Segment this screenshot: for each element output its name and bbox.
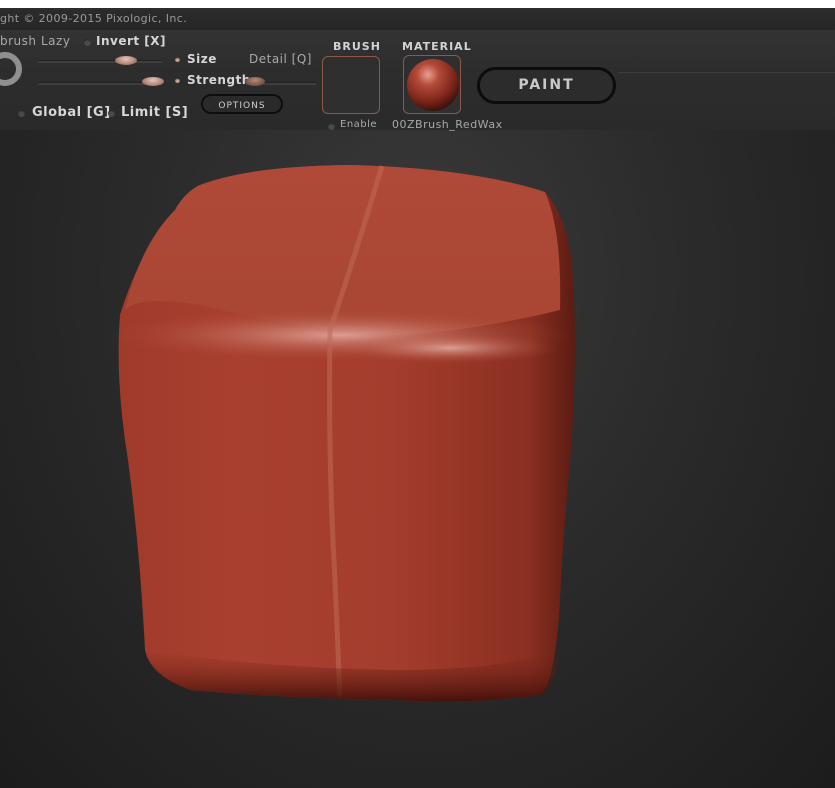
strength-label[interactable]: Strength [187,73,251,87]
detail-slider-knob[interactable] [245,77,265,86]
invert-label[interactable]: Invert [X] [96,34,166,48]
invert-toggle[interactable] [84,39,91,46]
strength-dot-icon [175,78,180,83]
material-title: MATERIAL [402,40,472,53]
strength-slider-knob[interactable] [142,77,164,86]
brush-mode-label[interactable]: brush [0,34,37,48]
brush-title: BRUSH [333,40,381,53]
material-slot[interactable] [403,55,461,114]
size-dot-icon [175,57,180,62]
brush-slot[interactable] [322,56,380,114]
panel-divider [618,72,835,73]
enable-label[interactable]: Enable [340,119,377,130]
lazy-label[interactable]: Lazy [41,34,70,48]
top-strip [0,0,835,8]
detail-label[interactable]: Detail [Q] [249,52,312,66]
limit-label[interactable]: Limit [S] [121,105,188,120]
red-wax-cube-model[interactable] [110,165,575,702]
copyright-text: ght © 2009-2015 Pixologic, Inc. [0,12,188,25]
options-button[interactable]: OPTIONS [201,94,283,114]
global-toggle[interactable] [18,110,25,117]
size-label[interactable]: Size [187,52,217,66]
limit-toggle[interactable] [108,110,115,117]
material-sphere-icon [407,59,459,111]
enable-toggle[interactable] [328,123,335,130]
global-label[interactable]: Global [G] [32,105,111,120]
canvas-viewport[interactable] [0,130,835,788]
size-slider-track[interactable] [38,60,162,63]
size-slider-knob[interactable] [115,56,137,65]
paint-button[interactable]: PAINT [477,67,616,104]
